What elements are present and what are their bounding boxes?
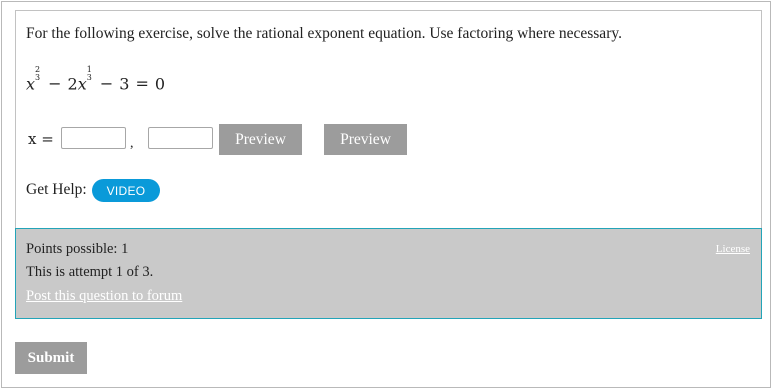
equation-equals: = bbox=[135, 74, 149, 94]
answer-input-2[interactable] bbox=[148, 127, 213, 149]
answer-separator: , bbox=[130, 136, 134, 151]
equation-term2-coefficient: 2 bbox=[67, 74, 78, 94]
equation-operator: − bbox=[48, 74, 62, 94]
points-possible: Points possible: 1 bbox=[26, 241, 129, 257]
equation-term2-exponent: 13 bbox=[87, 66, 92, 82]
answer-label: x = bbox=[28, 130, 54, 148]
preview-button-1[interactable]: Preview bbox=[219, 124, 302, 155]
attempt-status: This is attempt 1 of 3. bbox=[26, 264, 154, 280]
video-help-button[interactable]: VIDEO bbox=[92, 179, 160, 202]
question-info-panel: Points possible: 1 This is attempt 1 of … bbox=[15, 228, 762, 319]
help-label: Get Help: bbox=[26, 181, 87, 198]
submit-button[interactable]: Submit bbox=[15, 342, 87, 374]
equation-constant: 3 bbox=[119, 74, 130, 94]
preview-button-2[interactable]: Preview bbox=[324, 124, 407, 155]
question-prompt: For the following exercise, solve the ra… bbox=[26, 25, 622, 42]
equation-term1-exponent: 23 bbox=[35, 66, 40, 82]
license-link[interactable]: License bbox=[716, 243, 750, 255]
equation-term2-base: x bbox=[77, 74, 87, 94]
equation-operator: − bbox=[99, 74, 114, 94]
exponent-denominator: 3 bbox=[86, 73, 92, 82]
equation-rhs: 0 bbox=[154, 74, 166, 94]
answer-input-1[interactable] bbox=[61, 127, 126, 149]
exponent-denominator: 3 bbox=[35, 73, 41, 82]
post-to-forum-link[interactable]: Post this question to forum bbox=[26, 288, 182, 305]
equation: x 2 3−2x 1 3−3 = 0 bbox=[26, 66, 166, 94]
question-panel: For the following exercise, solve the ra… bbox=[15, 10, 762, 228]
question-container: For the following exercise, solve the ra… bbox=[1, 1, 771, 388]
equation-term1-base: x bbox=[26, 74, 36, 94]
